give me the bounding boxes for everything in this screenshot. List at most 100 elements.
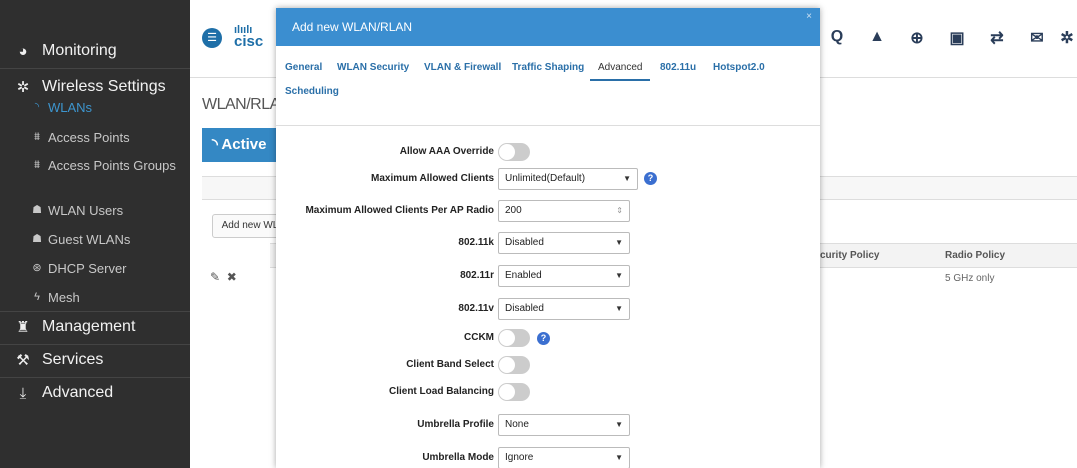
cisco-logo: ılıılı cisc — [234, 24, 264, 50]
transfer-icon[interactable]: ⇄ — [977, 28, 1017, 48]
dot11r-select[interactable]: Enabled ▼ — [498, 265, 630, 287]
field-label: Client Band Select — [406, 359, 494, 370]
wrench-icon: ⚒ — [16, 352, 30, 369]
modal-title: Add new WLAN/RLAN — [292, 20, 413, 34]
download-icon[interactable]: ⊕ — [897, 28, 937, 48]
sidebar-item-label: Monitoring — [42, 42, 117, 59]
modal-tabs: General WLAN Security VLAN & Firewall Tr… — [276, 46, 820, 126]
tab-80211u[interactable]: 802.11u — [660, 62, 696, 73]
sidebar-item-label: Wireless Settings — [42, 78, 166, 95]
allow-aaa-override-toggle[interactable] — [498, 143, 530, 161]
chevron-down-icon: ▼ — [615, 238, 623, 247]
sidebar-item-access-points-groups[interactable]: ⩩ Access Points Groups — [30, 157, 180, 174]
mesh-icon: ϟ — [34, 291, 40, 303]
toggle-knob — [499, 357, 515, 373]
max-clients-per-radio-input[interactable]: 200 ⇕ — [498, 200, 630, 222]
sidebar-item-label: Services — [42, 351, 104, 368]
dashboard-icon: ◕ — [18, 42, 28, 60]
field-umbrella-profile: Umbrella Profile None ▼ — [276, 414, 820, 438]
field-client-load-balancing: Client Load Balancing — [276, 381, 820, 405]
sidebar-item-wireless-settings[interactable]: ✲ Wireless Settings — [12, 78, 166, 96]
gear-icon[interactable]: ✲ — [1057, 28, 1077, 48]
dot11v-select[interactable]: Disabled ▼ — [498, 298, 630, 320]
gear-icon: ✲ — [16, 79, 30, 96]
divider — [0, 344, 190, 345]
divider — [0, 68, 190, 69]
sidebar-item-mesh[interactable]: ϟ Mesh — [30, 289, 80, 306]
help-icon[interactable]: ? — [644, 172, 657, 185]
sidebar-item-label: Mesh — [48, 290, 80, 305]
access-point-icon: ⩩ — [34, 131, 40, 143]
toggle-knob — [499, 384, 515, 400]
column-header-radio-policy[interactable]: Radio Policy — [945, 250, 1005, 261]
delete-icon[interactable]: ✖ — [227, 270, 237, 284]
users-icon: ☗ — [32, 204, 42, 216]
dot11k-select[interactable]: Disabled ▼ — [498, 232, 630, 254]
sitemap-icon: ♜ — [16, 319, 30, 336]
access-point-icon: ⩩ — [34, 159, 40, 171]
tab-vlan-firewall[interactable]: VLAN & Firewall — [424, 62, 501, 73]
sidebar-item-monitoring[interactable]: ◕ Monitoring — [12, 42, 117, 60]
divider — [0, 377, 190, 378]
tab-scheduling[interactable]: Scheduling — [285, 86, 339, 97]
tab-traffic-shaping[interactable]: Traffic Shaping — [512, 62, 584, 73]
tab-hotspot2[interactable]: Hotspot2.0 — [713, 62, 765, 73]
sidebar-item-services[interactable]: ⚒ Services — [12, 351, 103, 369]
field-label: Umbrella Profile — [417, 419, 494, 430]
field-label: Umbrella Mode — [422, 452, 494, 463]
users-icon: ☗ — [32, 233, 42, 245]
sidebar-item-access-points[interactable]: ⩩ Access Points — [30, 129, 130, 146]
save-icon[interactable]: ▣ — [937, 28, 977, 48]
umbrella-mode-select[interactable]: Ignore ▼ — [498, 447, 630, 468]
client-band-select-toggle[interactable] — [498, 356, 530, 374]
mail-icon[interactable]: ✉ — [1017, 28, 1057, 48]
search-icon[interactable]: Q — [817, 28, 857, 48]
field-label: 802.11v — [458, 303, 494, 314]
sidebar-item-wlans[interactable]: ◝ WLANs — [30, 99, 92, 116]
sidebar-item-guest-wlans[interactable]: ☗ Guest WLANs — [30, 231, 130, 248]
field-umbrella-mode: Umbrella Mode Ignore ▼ — [276, 447, 820, 468]
field-label: Client Load Balancing — [388, 386, 494, 397]
client-load-balancing-toggle[interactable] — [498, 383, 530, 401]
sidebar-item-advanced[interactable]: ⤓ Advanced — [12, 384, 114, 402]
dhcp-icon: ⊛ — [32, 262, 42, 274]
alert-icon[interactable]: ▲ — [857, 28, 897, 48]
stepper-icon[interactable]: ⇕ — [616, 201, 623, 221]
cckm-toggle[interactable] — [498, 329, 530, 347]
chevron-down-icon: ▼ — [623, 174, 631, 183]
close-icon[interactable]: × — [806, 8, 812, 26]
breadcrumb: WLAN/RLA — [202, 96, 280, 113]
tab-general[interactable]: General — [285, 62, 322, 73]
sidebar-item-label: WLAN Users — [48, 203, 124, 218]
field-80211r: 802.11r Enabled ▼ — [276, 265, 820, 289]
tab-wlan-security[interactable]: WLAN Security — [337, 62, 409, 73]
sidebar-item-label: Access Points — [48, 130, 130, 145]
tab-advanced[interactable]: Advanced — [598, 62, 642, 73]
field-label: 802.11k — [458, 237, 494, 248]
sidebar-item-label: Advanced — [42, 384, 114, 401]
umbrella-profile-select[interactable]: None ▼ — [498, 414, 630, 436]
max-clients-select[interactable]: Unlimited(Default) ▼ — [498, 168, 638, 190]
field-max-clients-per-ap-radio: Maximum Allowed Clients Per AP Radio 200… — [276, 200, 820, 224]
chevron-down-icon: ▼ — [615, 271, 623, 280]
divider — [0, 311, 190, 312]
column-header-security-policy[interactable]: curity Policy — [820, 250, 879, 261]
sidebar-item-wlan-users[interactable]: ☗ WLAN Users — [30, 202, 123, 219]
modal-header: Add new WLAN/RLAN × — [276, 8, 820, 46]
sidebar-item-management[interactable]: ♜ Management — [12, 318, 135, 336]
sidebar-item-dhcp-server[interactable]: ⊛ DHCP Server — [30, 260, 127, 277]
field-label: Allow AAA Override — [399, 146, 494, 157]
field-max-clients: Maximum Allowed Clients Unlimited(Defaul… — [276, 168, 820, 192]
help-icon[interactable]: ? — [537, 332, 550, 345]
menu-icon[interactable]: ☰ — [202, 28, 222, 48]
sidebar-item-label: WLANs — [48, 100, 93, 115]
edit-icon[interactable]: ✎ — [210, 270, 220, 284]
sidebar-item-label: Access Points Groups — [48, 158, 176, 173]
chevron-down-icon: ▼ — [615, 304, 623, 313]
chevron-down-icon: ▼ — [615, 420, 623, 429]
header-toolbar: Q ▲ ⊕ ▣ ⇄ ✉ ✲ — [817, 28, 1077, 48]
sidebar-item-label: DHCP Server — [48, 261, 127, 276]
field-cckm: CCKM ? — [276, 327, 820, 351]
chevron-down-icon: ▼ — [615, 453, 623, 462]
toggle-knob — [499, 144, 515, 160]
